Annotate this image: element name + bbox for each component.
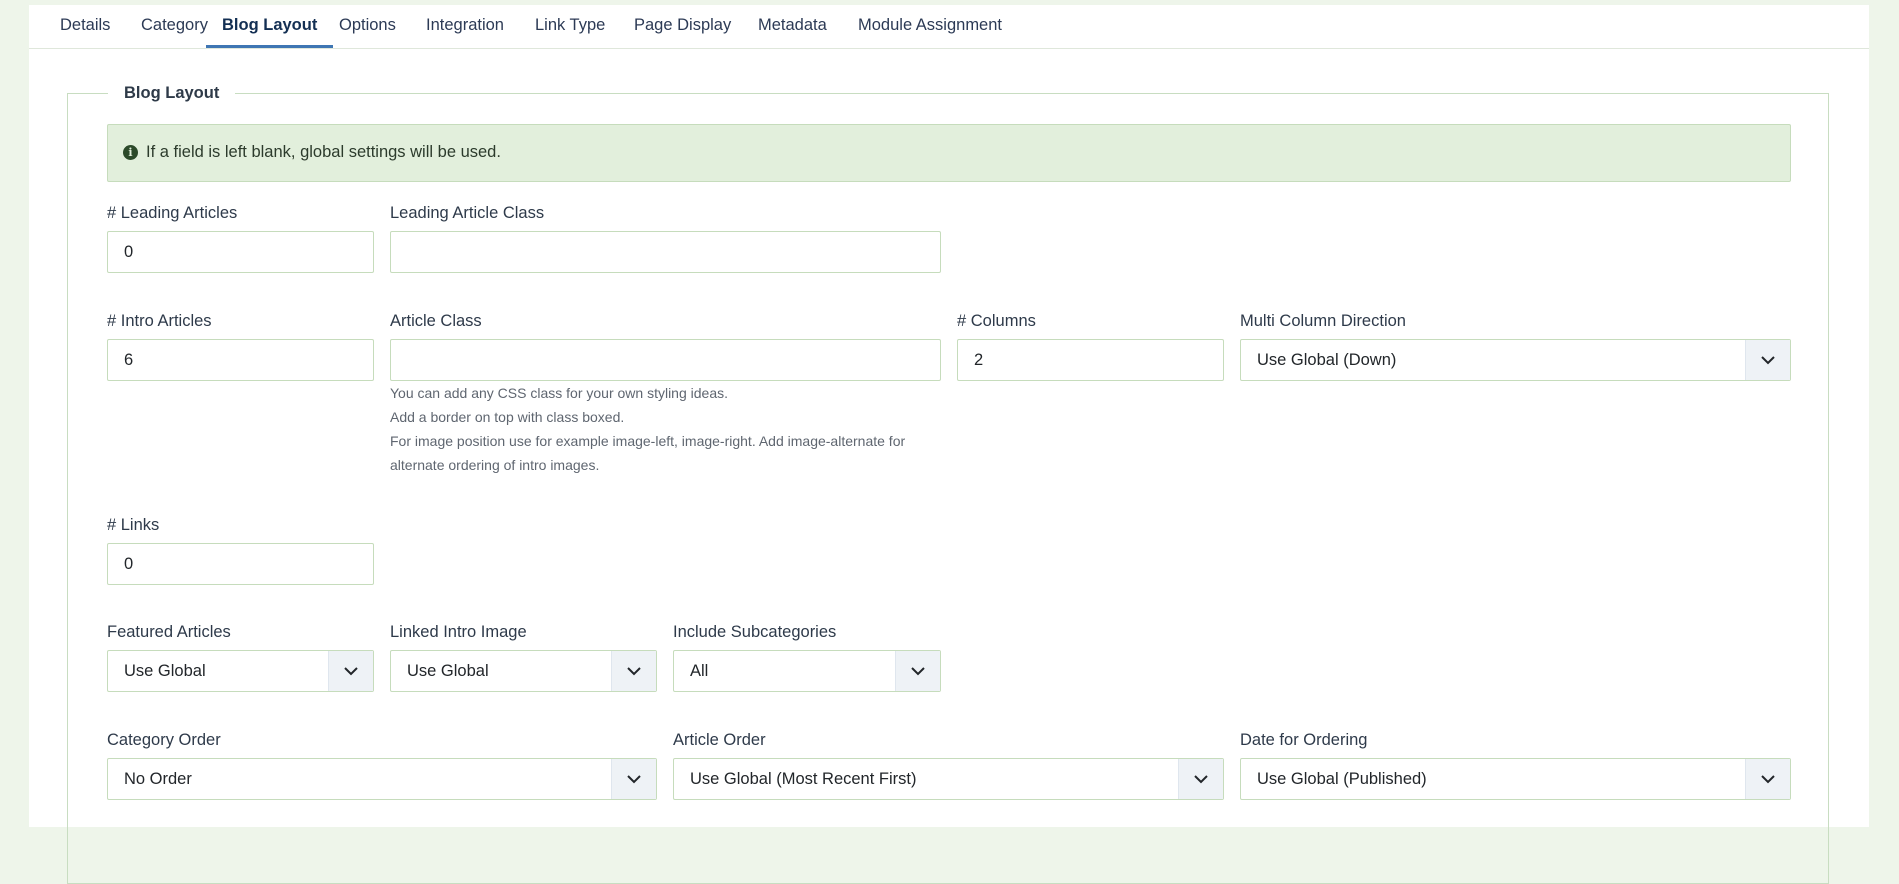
tab-blog-layout[interactable]: Blog Layout bbox=[206, 5, 334, 48]
featured-articles-select[interactable]: Use Global bbox=[107, 650, 374, 692]
select-value: Use Global (Down) bbox=[1257, 351, 1397, 369]
tab-page-display[interactable]: Page Display bbox=[618, 5, 747, 48]
page-container: Details Category Blog Layout Options Int… bbox=[29, 5, 1869, 884]
category-order-select[interactable]: No Order bbox=[107, 758, 657, 800]
category-order-label: Category Order bbox=[107, 731, 221, 749]
article-class-help-line: You can add any CSS class for your own s… bbox=[390, 385, 729, 401]
tab-link-type[interactable]: Link Type bbox=[519, 5, 621, 48]
date-for-ordering-select[interactable]: Use Global (Published) bbox=[1240, 758, 1791, 800]
chevron-down-icon bbox=[328, 651, 373, 691]
leading-article-class-label: Leading Article Class bbox=[390, 204, 545, 222]
section-legend: Blog Layout bbox=[124, 84, 220, 102]
columns-label: # Columns bbox=[957, 312, 1036, 330]
article-class-input[interactable] bbox=[390, 339, 941, 381]
select-value: Use Global bbox=[407, 662, 489, 680]
intro-articles-label: # Intro Articles bbox=[107, 312, 212, 330]
tab-metadata[interactable]: Metadata bbox=[742, 5, 843, 48]
chevron-down-icon bbox=[1745, 759, 1790, 799]
columns-input[interactable]: 2 bbox=[957, 339, 1224, 381]
leading-articles-label: # Leading Articles bbox=[107, 204, 238, 222]
tab-module-assignment[interactable]: Module Assignment bbox=[842, 5, 1018, 48]
alert-text: If a field is left blank, global setting… bbox=[146, 143, 501, 161]
info-alert: i If a field is left blank, global setti… bbox=[107, 124, 1791, 182]
intro-articles-input[interactable]: 6 bbox=[107, 339, 374, 381]
article-class-help-line: alternate ordering of intro images. bbox=[390, 457, 600, 473]
date-for-ordering-label: Date for Ordering bbox=[1240, 731, 1368, 749]
include-subcategories-select[interactable]: All bbox=[673, 650, 941, 692]
article-class-help-line: Add a border on top with class boxed. bbox=[390, 409, 625, 425]
featured-articles-label: Featured Articles bbox=[107, 623, 231, 641]
linked-intro-image-select[interactable]: Use Global bbox=[390, 650, 657, 692]
select-value: No Order bbox=[124, 770, 192, 788]
info-circle-icon: i bbox=[123, 145, 138, 160]
include-subcategories-label: Include Subcategories bbox=[673, 623, 837, 641]
select-value: Use Global (Published) bbox=[1257, 770, 1427, 788]
tab-integration[interactable]: Integration bbox=[410, 5, 520, 48]
linked-intro-image-label: Linked Intro Image bbox=[390, 623, 527, 641]
multi-column-direction-label: Multi Column Direction bbox=[1240, 312, 1406, 330]
chevron-down-icon bbox=[895, 651, 940, 691]
chevron-down-icon bbox=[611, 759, 656, 799]
article-order-select[interactable]: Use Global (Most Recent First) bbox=[673, 758, 1224, 800]
leading-articles-input[interactable]: 0 bbox=[107, 231, 374, 273]
links-input[interactable]: 0 bbox=[107, 543, 374, 585]
article-order-label: Article Order bbox=[673, 731, 766, 749]
links-label: # Links bbox=[107, 516, 160, 534]
article-class-help-line: For image position use for example image… bbox=[390, 433, 906, 449]
chevron-down-icon bbox=[1178, 759, 1223, 799]
select-value: Use Global (Most Recent First) bbox=[690, 770, 917, 788]
tab-details[interactable]: Details bbox=[44, 5, 126, 48]
multi-column-direction-select[interactable]: Use Global (Down) bbox=[1240, 339, 1791, 381]
tab-bar: Details Category Blog Layout Options Int… bbox=[29, 5, 1869, 49]
article-class-label: Article Class bbox=[390, 312, 482, 330]
chevron-down-icon bbox=[611, 651, 656, 691]
chevron-down-icon bbox=[1745, 340, 1790, 380]
select-value: Use Global bbox=[124, 662, 206, 680]
select-value: All bbox=[690, 662, 709, 680]
tab-options[interactable]: Options bbox=[323, 5, 412, 48]
leading-article-class-input[interactable] bbox=[390, 231, 941, 273]
